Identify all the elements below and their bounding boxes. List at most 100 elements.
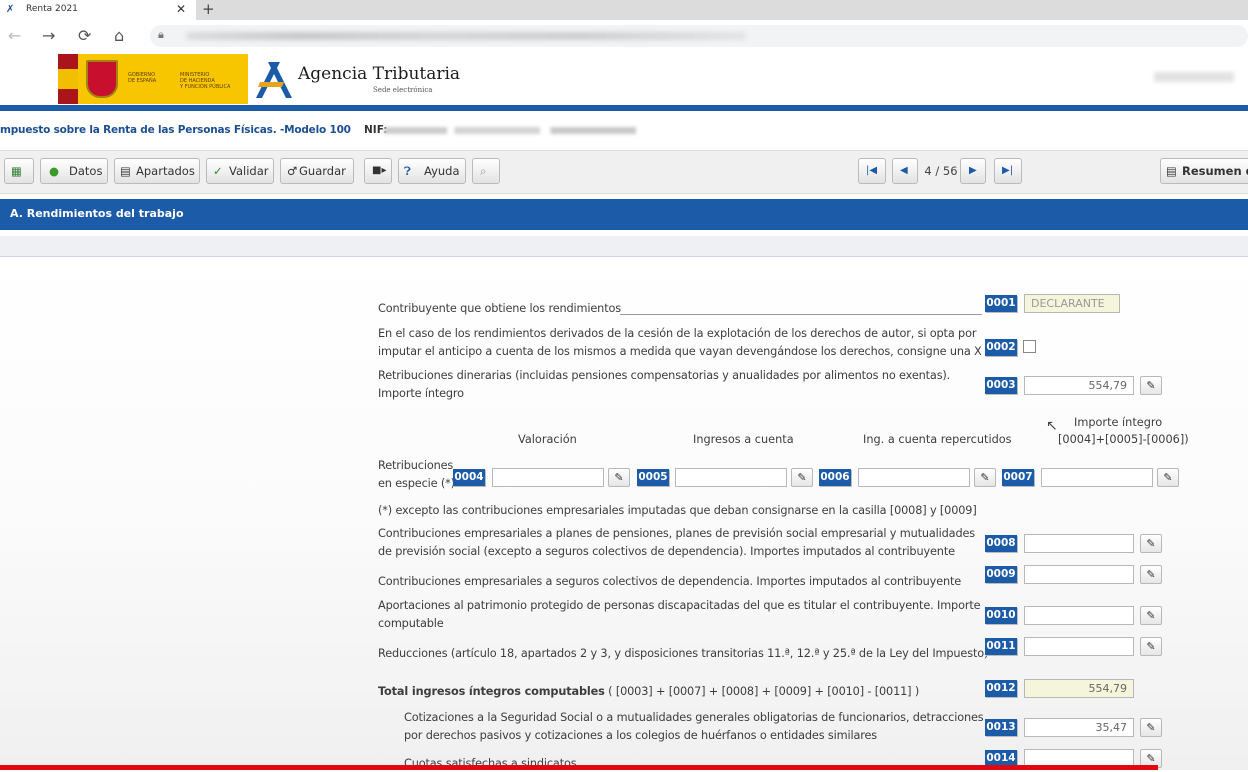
code-0012: 0012	[985, 680, 1017, 697]
edit-0004-button[interactable]: ✎	[608, 468, 630, 487]
last-page-button[interactable]: ▶|	[994, 158, 1022, 184]
user-area-blurred	[1154, 72, 1234, 82]
field-0003[interactable]: 554,79	[1024, 376, 1134, 395]
next-page-button[interactable]: ▶	[960, 158, 986, 184]
apartados-button[interactable]: ▤ Apartados	[114, 158, 200, 184]
code-0005: 0005	[637, 469, 669, 486]
lock-icon: 🔒︎	[158, 28, 164, 41]
code-0009: 0009	[985, 566, 1017, 583]
help-icon: ❓︎	[404, 164, 411, 178]
ayuda-label: Ayuda	[424, 164, 460, 178]
video-camera-icon: ■▸	[372, 165, 387, 176]
form-title: mpuesto sobre la Renta de las Personas F…	[0, 124, 351, 136]
label-0008-line2: de previsión social (excepto a seguros c…	[378, 545, 955, 558]
edit-0008-button[interactable]: ✎	[1140, 534, 1162, 553]
pencil-icon: ✎	[797, 471, 807, 484]
col-ingresos-cuenta: Ingresos a cuenta	[693, 433, 794, 446]
label-0003-line1: Retribuciones dinerarias (incluidas pens…	[378, 369, 951, 382]
field-0006[interactable]	[858, 468, 970, 487]
calendar-button[interactable]: ▦	[4, 158, 34, 184]
note-text: (*) excepto las contribuciones empresari…	[378, 504, 977, 517]
home-icon[interactable]: ⌂	[114, 26, 124, 45]
section-title: A. Rendimientos del trabajo	[10, 207, 184, 220]
checkbox-0002[interactable]	[1023, 340, 1036, 353]
first-page-button[interactable]: |◀	[858, 158, 886, 184]
ayuda-button[interactable]: ❓︎ Ayuda	[398, 158, 466, 184]
label-0003-line2: Importe íntegro	[378, 387, 464, 400]
pencil-icon: ✎	[1146, 640, 1156, 653]
pencil-icon: ✎	[1146, 379, 1156, 392]
label-especie-line1: Retribuciones	[378, 459, 454, 472]
search-button[interactable]: ⌕	[472, 158, 500, 184]
browser-tab[interactable]: ✗ Renta 2021 ✕	[0, 0, 196, 20]
datos-button[interactable]: ● Datos	[40, 158, 108, 184]
forward-icon[interactable]: →	[42, 26, 55, 45]
browser-tab-strip: ✗ Renta 2021 ✕ +	[0, 0, 1248, 20]
label-0001: Contribuyente que obtiene los rendimient…	[378, 302, 621, 315]
resumen-button[interactable]: ▤ Resumen de	[1160, 158, 1248, 184]
first-page-icon: |◀	[866, 165, 878, 176]
guardar-button[interactable]: ♂ Guardar	[280, 158, 354, 184]
browser-tab-title: Renta 2021	[26, 4, 78, 14]
calendar-icon: ▦	[11, 164, 22, 178]
edit-0010-button[interactable]: ✎	[1140, 606, 1162, 625]
aeat-favicon-icon: ✗	[6, 4, 15, 15]
validar-label: Validar	[229, 164, 269, 178]
field-0004[interactable]	[492, 468, 604, 487]
site-header: GOBIERNO DE ESPAÑA MINISTERIO DE HACIEND…	[0, 52, 1248, 106]
field-0001[interactable]: DECLARANTE	[1024, 294, 1120, 313]
field-0013[interactable]: 35,47	[1024, 718, 1134, 737]
field-0007[interactable]	[1041, 468, 1153, 487]
edit-0007-button[interactable]: ✎	[1157, 468, 1179, 487]
col-valoracion: Valoración	[518, 433, 577, 446]
label-0013-line2: por derechos pasivos y cotizaciones a lo…	[404, 729, 878, 742]
nif-value-blurred	[384, 127, 636, 134]
summary-icon: ▤	[1166, 164, 1177, 178]
code-0006: 0006	[819, 469, 851, 486]
col-importe-formula: [0004]+[0005]-[0006])	[1058, 433, 1189, 446]
pencil-icon: ✎	[1146, 721, 1156, 734]
code-0003: 0003	[985, 377, 1017, 394]
prev-page-button[interactable]: ◀	[892, 158, 918, 184]
mouse-cursor-icon: ↖	[1046, 418, 1058, 434]
code-0010: 0010	[985, 607, 1017, 624]
validar-button[interactable]: ✓ Validar	[206, 158, 274, 184]
back-icon[interactable]: ←	[8, 26, 21, 45]
label-0009: Contribuciones empresariales a seguros c…	[378, 575, 962, 588]
label-0012-bold: Total ingresos íntegros computables	[378, 685, 605, 698]
agencia-tributaria-logo-icon[interactable]	[254, 58, 294, 100]
field-0009[interactable]	[1024, 565, 1134, 584]
col-ing-repercutidos: Ing. a cuenta repercutidos	[863, 433, 1012, 446]
code-0008: 0008	[985, 535, 1017, 552]
edit-0003-button[interactable]: ✎	[1140, 376, 1162, 395]
save-icon: ♂	[287, 164, 298, 178]
edit-0013-button[interactable]: ✎	[1140, 718, 1162, 737]
video-button[interactable]: ■▸	[364, 158, 392, 184]
field-0005[interactable]	[675, 468, 787, 487]
label-0010-line1: Aportaciones al patrimonio protegido de …	[378, 599, 981, 612]
close-tab-icon[interactable]: ✕	[176, 2, 186, 16]
gobierno-logo[interactable]: GOBIERNO DE ESPAÑA MINISTERIO DE HACIEND…	[78, 54, 248, 104]
edit-0011-button[interactable]: ✎	[1140, 637, 1162, 656]
header-divider	[0, 105, 1248, 111]
leader-line	[620, 314, 982, 315]
col-importe-integro: Importe íntegro	[1074, 416, 1163, 429]
field-0011[interactable]	[1024, 637, 1134, 656]
field-0008[interactable]	[1024, 534, 1134, 553]
field-0012[interactable]: 554,79	[1024, 679, 1134, 698]
edit-0009-button[interactable]: ✎	[1140, 565, 1162, 584]
field-0010[interactable]	[1024, 606, 1134, 625]
edit-0005-button[interactable]: ✎	[791, 468, 813, 487]
code-0001: 0001	[985, 295, 1017, 312]
form-toolbar: ▦ ● Datos ▤ Apartados ✓ Validar ♂ Guarda…	[0, 150, 1248, 194]
new-tab-button[interactable]: +	[202, 0, 215, 18]
guardar-label: Guardar	[299, 164, 346, 178]
list-icon: ▤	[120, 164, 131, 178]
pencil-icon: ✎	[1146, 752, 1156, 765]
edit-0006-button[interactable]: ✎	[974, 468, 996, 487]
code-0011: 0011	[985, 638, 1017, 655]
video-progress-bar	[0, 765, 1158, 770]
address-bar[interactable]: 🔒︎	[150, 25, 1248, 47]
browser-toolbar: ← → ⟳ ⌂ 🔒︎	[0, 20, 1248, 52]
reload-icon[interactable]: ⟳	[78, 26, 91, 45]
